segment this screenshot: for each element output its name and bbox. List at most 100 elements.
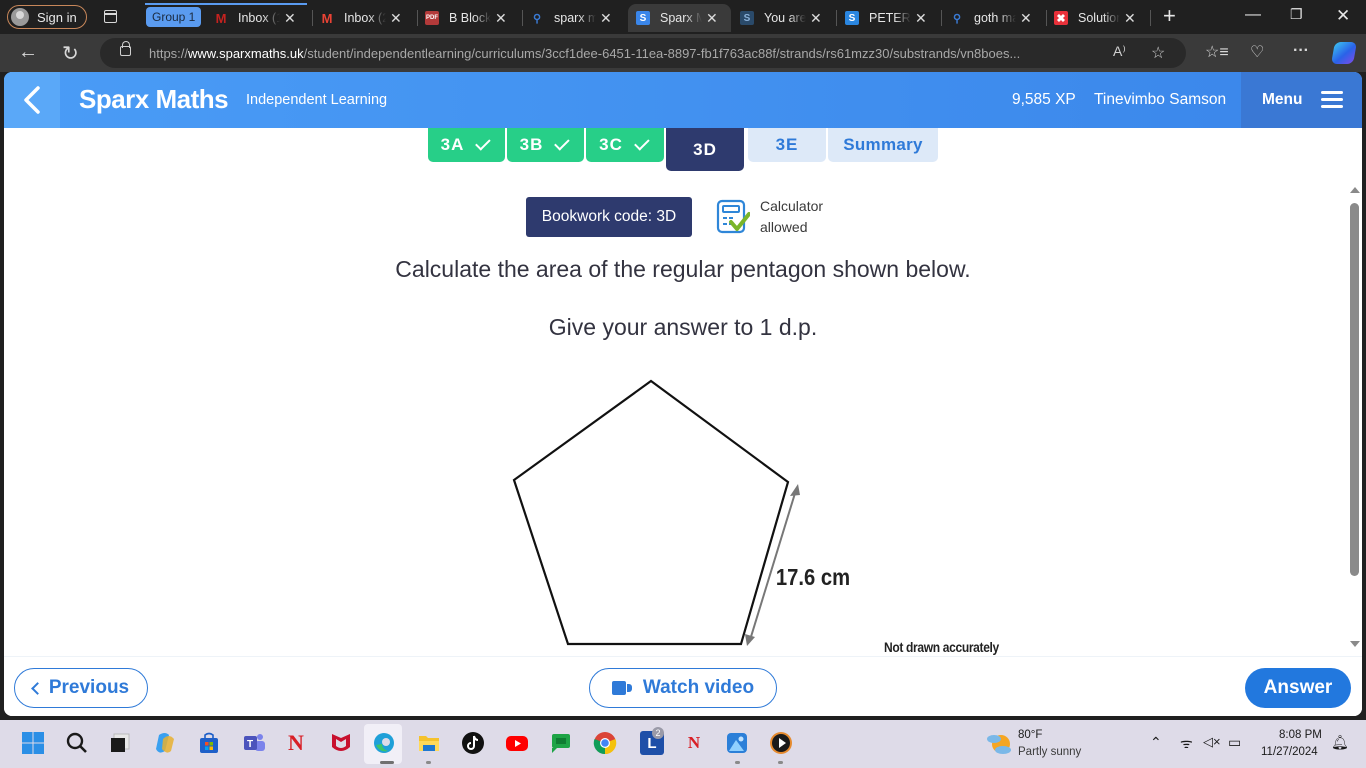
favorites-list-icon[interactable]: ☆≡ (1205, 42, 1229, 62)
arrow-head-bottom (745, 634, 755, 646)
address-bar[interactable]: https://www.sparxmaths.uk/student/indepe… (100, 38, 1186, 68)
pdf-icon: PDF (425, 11, 439, 25)
windows-taskbar: T N L 2 N 80°F Partly sunny ⌃ ᯤ ◁× ▭ 8:0… (0, 720, 1366, 768)
pentagon-shape (512, 379, 790, 646)
tab-group-label[interactable]: Group 1 (146, 7, 202, 27)
url-text[interactable]: https://www.sparxmaths.uk/student/indepe… (149, 46, 1020, 61)
file-explorer-icon[interactable] (417, 731, 441, 755)
netflix-icon[interactable]: N (682, 731, 706, 755)
photos-icon[interactable] (725, 731, 749, 755)
bookwork-code-badge: Bookwork code: 3D (526, 197, 692, 237)
close-tab-icon[interactable]: ✕ (706, 10, 718, 27)
minimize-button[interactable]: — (1245, 6, 1261, 24)
close-tab-icon[interactable]: ✕ (495, 10, 507, 27)
clock-time[interactable]: 8:08 PM (1279, 729, 1322, 741)
teams-icon[interactable]: T (242, 731, 266, 755)
browser-toolbar: ← ↻ https://www.sparxmaths.uk/student/in… (0, 34, 1366, 72)
task-tab-3a[interactable]: 3A (428, 128, 505, 162)
watch-video-button[interactable]: Watch video (589, 668, 777, 708)
read-aloud-icon[interactable]: A⁾ (1113, 43, 1126, 60)
chevron-left-icon (30, 681, 44, 695)
google-chat-icon[interactable] (549, 731, 573, 755)
previous-button[interactable]: Previous (14, 668, 148, 708)
scroll-up-arrow[interactable] (1350, 187, 1360, 193)
browser-tab[interactable]: PDF B Block I ✕ (417, 4, 522, 32)
check-icon (633, 135, 650, 151)
notification-badge: 2 (652, 727, 664, 739)
browser-tab[interactable]: ✖ Solution ✕ (1046, 4, 1149, 32)
browser-tab[interactable]: S PETERH ✕ (837, 4, 940, 32)
hamburger-icon (1321, 91, 1343, 109)
browser-essentials-icon[interactable]: ♡ (1250, 42, 1264, 62)
browser-tab[interactable]: M Inbox (1 ✕ (206, 4, 311, 32)
browser-tab[interactable]: S You are ✕ (732, 4, 835, 32)
close-tab-icon[interactable]: ✕ (810, 10, 822, 27)
back-button[interactable] (4, 72, 60, 128)
tab-actions-icon[interactable] (104, 10, 117, 23)
scrollbar-thumb[interactable] (1350, 203, 1359, 576)
task-tab-3b[interactable]: 3B (507, 128, 584, 162)
browser-tab[interactable]: ⚲ sparx ma ✕ (522, 4, 627, 32)
search-icon[interactable] (65, 731, 89, 755)
media-player-icon[interactable] (769, 731, 793, 755)
netflix-icon[interactable]: N (284, 730, 308, 755)
favorite-star-icon[interactable]: ☆ (1151, 43, 1165, 63)
task-tab-3d[interactable]: 3D (666, 128, 744, 171)
notification-bell-icon[interactable]: 🔔︎ (1331, 734, 1349, 751)
close-tab-icon[interactable]: ✕ (1020, 10, 1032, 27)
tiktok-icon[interactable] (461, 731, 485, 755)
browser-tab[interactable]: ⚲ goth ma ✕ (942, 4, 1045, 32)
mcafee-icon[interactable] (329, 731, 353, 755)
sparx-header: Sparx Maths Independent Learning 9,585 X… (4, 72, 1362, 128)
copilot-icon[interactable] (1331, 42, 1357, 64)
scroll-down-arrow[interactable] (1350, 641, 1360, 647)
edge-icon[interactable] (372, 731, 396, 755)
weather-temperature[interactable]: 80°F (1018, 729, 1042, 741)
copilot-icon[interactable] (153, 731, 177, 755)
lock-icon[interactable] (120, 41, 131, 56)
close-tab-icon[interactable]: ✕ (284, 10, 296, 27)
browser-tab-active[interactable]: S Sparx M ✕ (628, 4, 731, 32)
task-tab-summary[interactable]: Summary (828, 128, 938, 162)
browser-tab[interactable]: M Inbox (2 ✕ (312, 4, 417, 32)
more-options-icon[interactable]: ··· (1293, 42, 1309, 60)
page-viewport: Sparx Maths Independent Learning 9,585 X… (4, 72, 1362, 716)
chrome-icon[interactable] (593, 731, 617, 755)
volume-muted-icon[interactable]: ◁× (1203, 734, 1221, 750)
sign-in-label: Sign in (37, 9, 77, 25)
student-name: Tinevimbo Samson (1094, 91, 1227, 108)
wifi-icon[interactable]: ᯤ (1180, 734, 1193, 753)
brand-logo[interactable]: Sparx Maths (79, 84, 229, 115)
sparx-icon: S (845, 11, 859, 25)
close-tab-icon[interactable]: ✕ (1124, 10, 1136, 27)
battery-icon[interactable]: ▭ (1228, 734, 1241, 751)
not-drawn-accurately-note: Not drawn accurately (884, 639, 999, 655)
clock-date[interactable]: 11/27/2024 (1261, 746, 1318, 758)
refresh-icon[interactable]: ↻ (62, 41, 79, 66)
gmail-icon: M (321, 10, 333, 26)
close-window-button[interactable]: ✕ (1336, 6, 1350, 26)
restore-button[interactable]: ❐ (1290, 6, 1303, 23)
answer-button[interactable]: Answer (1245, 668, 1351, 708)
weather-description[interactable]: Partly sunny (1018, 746, 1081, 758)
search-icon: ⚲ (532, 12, 542, 25)
microsoft-store-icon[interactable] (197, 731, 221, 755)
question-footer: Previous Watch video Answer (4, 656, 1362, 716)
youtube-icon[interactable] (505, 731, 529, 755)
close-tab-icon[interactable]: ✕ (915, 10, 927, 27)
question-prompt: Calculate the area of the regular pentag… (395, 256, 971, 282)
close-tab-icon[interactable]: ✕ (390, 10, 402, 27)
close-tab-icon[interactable]: ✕ (600, 10, 612, 27)
solution-icon: ✖ (1054, 11, 1068, 25)
menu-button[interactable]: Menu (1241, 72, 1362, 128)
back-arrow-icon[interactable]: ← (18, 41, 38, 64)
weather-partly-sunny-icon[interactable] (986, 731, 1012, 755)
windows-start-icon[interactable] (21, 731, 45, 755)
task-tab-3e[interactable]: 3E (748, 128, 826, 162)
show-hidden-icons-chevron-icon[interactable]: ⌃ (1150, 734, 1162, 751)
sign-in-button[interactable]: Sign in (7, 5, 87, 29)
new-tab-button[interactable]: + (1163, 4, 1176, 28)
task-view-icon[interactable] (108, 731, 132, 755)
video-camera-icon (611, 681, 634, 695)
task-tab-3c[interactable]: 3C (586, 128, 664, 162)
